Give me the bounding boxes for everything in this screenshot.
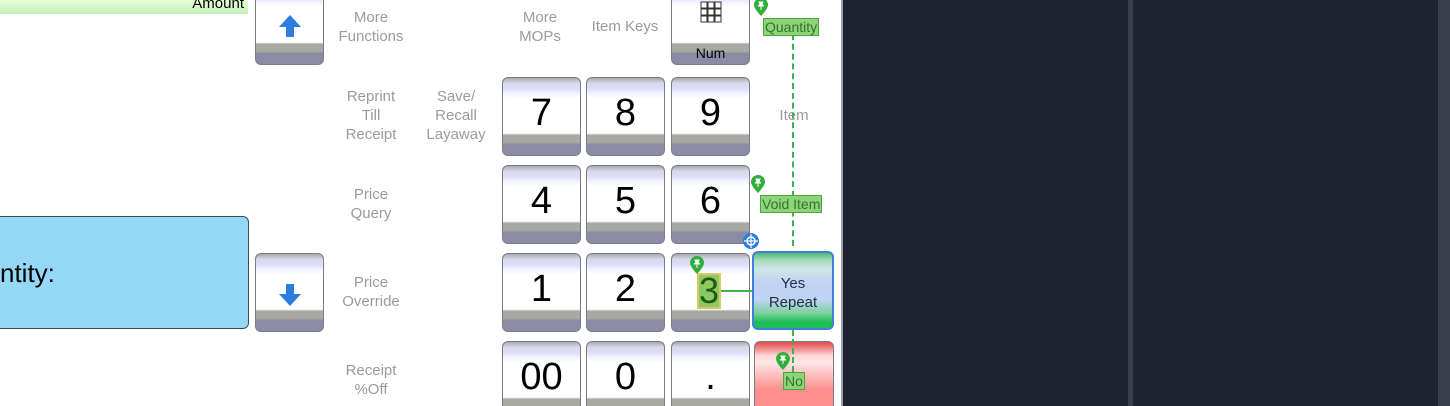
amount-label: Amount [192, 0, 244, 12]
more-functions-line1: More [353, 9, 389, 26]
receipt-off-line2: %Off [354, 381, 388, 398]
key-00-label: 00 [520, 356, 563, 398]
receipt-off-line1: Receipt [345, 362, 397, 379]
more-functions-button[interactable]: More Functions [330, 8, 412, 46]
key-4-label: 4 [530, 180, 553, 222]
key-4[interactable]: 4 [502, 165, 581, 244]
panel-divider[interactable] [1128, 0, 1133, 406]
scroll-down-button[interactable] [255, 253, 324, 332]
key-9-label: 9 [699, 92, 722, 134]
key-2-label: 2 [614, 268, 637, 310]
save-recall-layaway-button[interactable]: Save/ Recall Layaway [415, 87, 497, 144]
key-2[interactable]: 2 [586, 253, 665, 332]
key-8-label: 8 [614, 92, 637, 134]
key-00[interactable]: 00 [502, 341, 581, 406]
price-query-line1: Price [353, 186, 389, 203]
num-button-label: Num [695, 45, 726, 61]
canvas-edge-line [841, 0, 843, 406]
quantity-display-text: ntity: [0, 258, 55, 288]
pin-icon[interactable] [751, 175, 765, 193]
key-5-label: 5 [614, 180, 637, 222]
key-6[interactable]: 6 [671, 165, 750, 244]
reprint-line1: Reprint [346, 88, 396, 105]
arrow-down-icon [279, 284, 301, 306]
reprint-line2: Till [361, 107, 381, 124]
key-8[interactable]: 8 [586, 77, 665, 156]
more-mops-line2: MOPs [519, 28, 561, 45]
num-button[interactable]: Num [671, 0, 750, 65]
key-decimal-label: . [705, 356, 716, 398]
item-button[interactable]: Item [754, 106, 834, 125]
reprint-line3: Receipt [345, 126, 397, 143]
yes-label: Yes [780, 275, 806, 292]
more-mops-button[interactable]: More MOPs [505, 8, 575, 46]
price-override-button[interactable]: Price Override [330, 273, 412, 311]
key-5[interactable]: 5 [586, 165, 665, 244]
scrollbar-track[interactable] [1438, 0, 1450, 406]
key-0[interactable]: 0 [586, 341, 665, 406]
annotation-three-label: 3 [699, 270, 720, 311]
repeat-label: Repeat [768, 294, 818, 311]
receipt-percent-off-button[interactable]: Receipt %Off [330, 361, 412, 399]
more-mops-line1: More [522, 9, 558, 26]
key-0-label: 0 [614, 356, 637, 398]
pin-icon[interactable] [776, 352, 790, 370]
yes-repeat-button[interactable]: Yes Repeat [752, 251, 834, 330]
annotation-tag-void-item[interactable]: Void Item [760, 195, 823, 213]
key-6-label: 6 [699, 180, 722, 222]
arrow-up-icon [279, 15, 301, 37]
item-keys-button[interactable]: Item Keys [584, 17, 666, 36]
annotation-connector-line-lower [792, 330, 794, 372]
key-1-label: 1 [530, 268, 553, 310]
key-1[interactable]: 1 [502, 253, 581, 332]
annotation-connector-line [792, 34, 794, 246]
more-functions-line2: Functions [338, 28, 404, 45]
key-decimal[interactable]: . [671, 341, 750, 406]
save-recall-line3: Layaway [426, 126, 486, 143]
price-override-line1: Price [353, 274, 389, 291]
pin-icon[interactable] [690, 256, 704, 274]
key-7[interactable]: 7 [502, 77, 581, 156]
annotation-tag-three[interactable]: 3 [697, 273, 721, 309]
save-recall-line2: Recall [435, 107, 477, 124]
annotation-connector-horizontal [721, 290, 752, 292]
pin-icon[interactable] [754, 0, 768, 16]
pos-keypad-panel: Amount ntity: More Functions More MOPs I… [0, 0, 841, 406]
key-9[interactable]: 9 [671, 77, 750, 156]
annotation-tag-no[interactable]: No [783, 372, 805, 390]
save-recall-line1: Save/ [436, 88, 476, 105]
annotation-tag-quantity[interactable]: Quantity [763, 18, 820, 36]
price-query-line2: Query [350, 205, 392, 222]
price-query-button[interactable]: Price Query [330, 185, 412, 223]
key-7-label: 7 [530, 92, 553, 134]
price-override-line2: Override [342, 293, 400, 310]
canvas-background [841, 0, 1450, 406]
crosshair-target-icon[interactable] [742, 232, 760, 250]
numpad-grid-icon [700, 1, 722, 23]
scroll-up-button[interactable] [255, 0, 324, 65]
reprint-till-receipt-button[interactable]: Reprint Till Receipt [330, 87, 412, 144]
